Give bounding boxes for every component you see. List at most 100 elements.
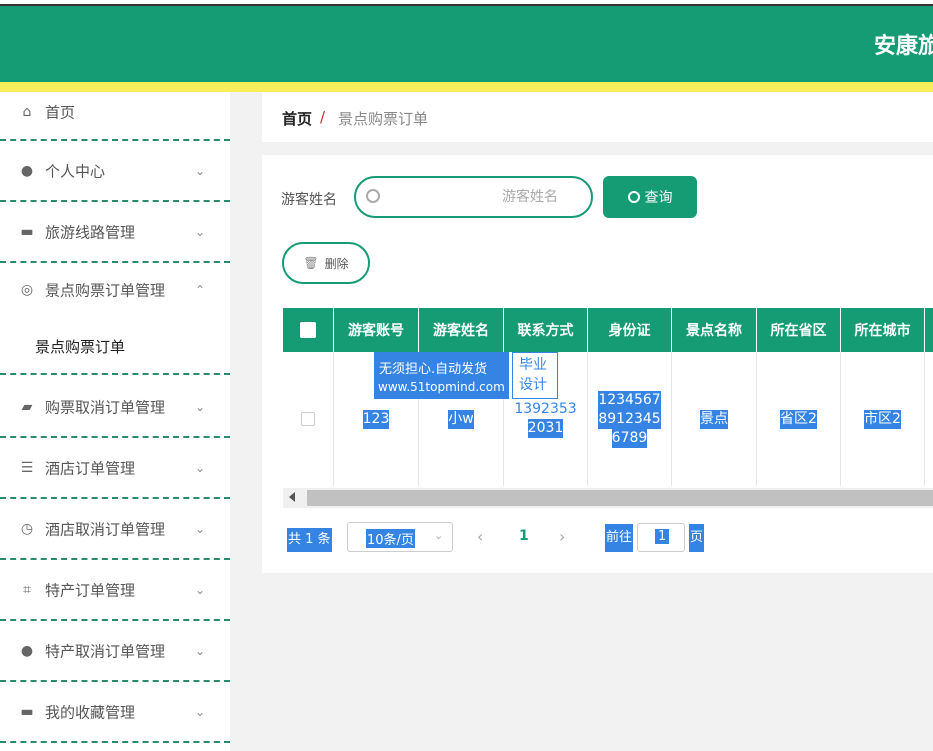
- cell-text: 1234567: [598, 390, 661, 410]
- watermark-side: 毕业 设计: [512, 352, 558, 399]
- sidebar-item-hotel-orders[interactable]: ☰ 酒店订单管理 ⌄: [0, 438, 230, 499]
- breadcrumb-current: 景点购票订单: [338, 110, 429, 128]
- search-field[interactable]: [354, 176, 593, 218]
- sidebar-subitem-ticket-order[interactable]: 景点购票订单: [0, 316, 230, 375]
- sidebar-item-label: 景点购票订单管理: [45, 281, 166, 299]
- wallet-icon: ▰: [21, 398, 33, 415]
- scroll-left-icon[interactable]: [289, 492, 295, 502]
- cell-text: 123: [362, 409, 390, 429]
- breadcrumb: 首页 / 景点购票订单: [262, 92, 933, 142]
- watermark-side1: 毕业: [519, 357, 547, 373]
- search-label: 游客姓名: [281, 192, 337, 208]
- box-icon: ▬: [20, 703, 34, 720]
- pagination-total: 共 1 条: [287, 528, 332, 552]
- delete-button-label: 删除: [324, 256, 349, 271]
- column-header[interactable]: 景点名称: [672, 308, 757, 352]
- sidebar-item-specialty-orders[interactable]: ⌗ 特产订单管理 ⌄: [0, 560, 230, 621]
- delete-button[interactable]: 🗑 删除: [282, 242, 370, 284]
- search-icon: [627, 191, 640, 203]
- sidebar-item-ticket-orders[interactable]: ◎ 景点购票订单管理 ⌃: [0, 263, 230, 316]
- sidebar-item-label: 个人中心: [45, 162, 106, 180]
- chevron-down-icon: ⌄: [195, 399, 206, 414]
- chevron-down-icon: ⌄: [434, 529, 444, 542]
- breadcrumb-separator: /: [320, 108, 326, 126]
- clock-icon: ◷: [20, 520, 34, 537]
- sidebar-item-label: 特产取消订单管理: [45, 642, 166, 660]
- cell-text: 景点: [700, 409, 728, 429]
- chevron-down-icon: ⌄: [195, 521, 206, 536]
- select-all-checkbox[interactable]: [300, 322, 316, 338]
- watermark-side2: 设计: [519, 377, 547, 393]
- page-size-select[interactable]: 10条/页 ⌄: [347, 522, 453, 552]
- sidebar-subitem-label: 景点购票订单: [35, 338, 126, 356]
- scroll-thumb[interactable]: [307, 490, 933, 506]
- column-header[interactable]: 联系方式: [504, 308, 588, 352]
- goto-label: 前往: [605, 524, 634, 552]
- chevron-down-icon: ⌄: [195, 704, 206, 719]
- cell-text: 市区2: [864, 409, 901, 429]
- header-band: [0, 6, 933, 82]
- cell-text: 2031: [527, 419, 564, 438]
- bulb-icon: ●: [20, 642, 34, 659]
- row-checkbox[interactable]: [301, 412, 315, 426]
- cell-text: 省区2: [780, 409, 817, 429]
- crop-icon: ⌗: [23, 581, 31, 598]
- column-header[interactable]: 所在省区: [757, 308, 841, 352]
- watermark-line2: www.51topmind.com: [378, 380, 505, 394]
- home-icon: ⌂: [22, 103, 32, 120]
- table-header: 游客账号 游客姓名 联系方式 身份证 景点名称 所在省区 所在城市: [283, 308, 933, 352]
- sidebar-item-hotel-cancel[interactable]: ◷ 酒店取消订单管理 ⌄: [0, 499, 230, 560]
- search-icon: [366, 189, 380, 203]
- watermark-main: 无须担心.自动发货 www.51topmind.com: [374, 352, 509, 399]
- cell-spot: 景点: [672, 352, 757, 486]
- cell-text: 8912345: [598, 409, 661, 429]
- sidebar-item-specialty-cancel[interactable]: ● 特产取消订单管理 ⌄: [0, 621, 230, 682]
- sidebar-item-label: 我的收藏管理: [45, 703, 136, 721]
- page-number-current[interactable]: 1: [519, 528, 529, 544]
- sidebar-item-ticket-cancel[interactable]: ▰ 购票取消订单管理 ⌄: [0, 377, 230, 438]
- list-icon: ☰: [20, 459, 34, 476]
- trash-icon: 🗑: [303, 256, 319, 270]
- site-title: 安康旅: [874, 34, 933, 59]
- sidebar-item-label: 首页: [45, 103, 76, 121]
- column-header[interactable]: 身份证: [588, 308, 672, 352]
- sidebar-item-label: 购票取消订单管理: [45, 398, 166, 416]
- column-header[interactable]: 所在城市: [841, 308, 925, 352]
- chevron-down-icon: ⌄: [195, 163, 206, 178]
- cell-city: 市区2: [841, 352, 925, 486]
- horizontal-scrollbar[interactable]: [283, 488, 933, 508]
- goto-page-input[interactable]: 1: [637, 523, 685, 552]
- column-header[interactable]: 游客姓名: [419, 308, 504, 352]
- chevron-down-icon: ⌄: [195, 224, 206, 239]
- query-button-label: 查询: [644, 190, 673, 206]
- column-header[interactable]: 游客账号: [334, 308, 419, 352]
- user-icon: ●: [20, 162, 34, 179]
- select-all-cell: [283, 308, 334, 352]
- compass-icon: ◎: [20, 281, 34, 298]
- goto-page-value: 1: [655, 529, 670, 544]
- chevron-down-icon: ⌄: [195, 643, 206, 658]
- sidebar-item-travel-routes[interactable]: ▬ 旅游线路管理 ⌄: [0, 202, 230, 263]
- row-select-cell: [283, 352, 334, 486]
- sidebar-item-personal-center[interactable]: ● 个人中心 ⌄: [0, 141, 230, 202]
- cell-text: 1392353: [514, 401, 577, 417]
- sidebar-item-label: 旅游线路管理: [45, 223, 136, 241]
- sidebar-item-home[interactable]: ⌂ 首页: [0, 84, 230, 141]
- page-size-value: 10条/页: [366, 529, 415, 548]
- search-input[interactable]: [386, 184, 586, 210]
- watermark-line1: 无须担心.自动发货: [379, 362, 488, 377]
- sidebar-item-label: 酒店订单管理: [45, 459, 136, 477]
- chevron-down-icon: ⌄: [195, 460, 206, 475]
- prev-page-button[interactable]: ‹: [477, 527, 483, 546]
- watermark-overlay: 无须担心.自动发货 www.51topmind.com 毕业 设计: [374, 352, 558, 399]
- cell-text: 小w: [448, 409, 474, 429]
- briefcase-icon: ▬: [20, 223, 34, 240]
- sidebar-item-favorites[interactable]: ▬ 我的收藏管理 ⌄: [0, 682, 230, 743]
- cell-text: 6789: [611, 428, 648, 448]
- chevron-down-icon: ⌄: [195, 582, 206, 597]
- chevron-up-icon: ⌃: [195, 282, 206, 297]
- query-button[interactable]: 查询: [603, 176, 697, 218]
- next-page-button[interactable]: ›: [559, 527, 565, 546]
- breadcrumb-home[interactable]: 首页: [282, 108, 312, 129]
- cell-id-card: 1234567 8912345 6789: [588, 352, 672, 486]
